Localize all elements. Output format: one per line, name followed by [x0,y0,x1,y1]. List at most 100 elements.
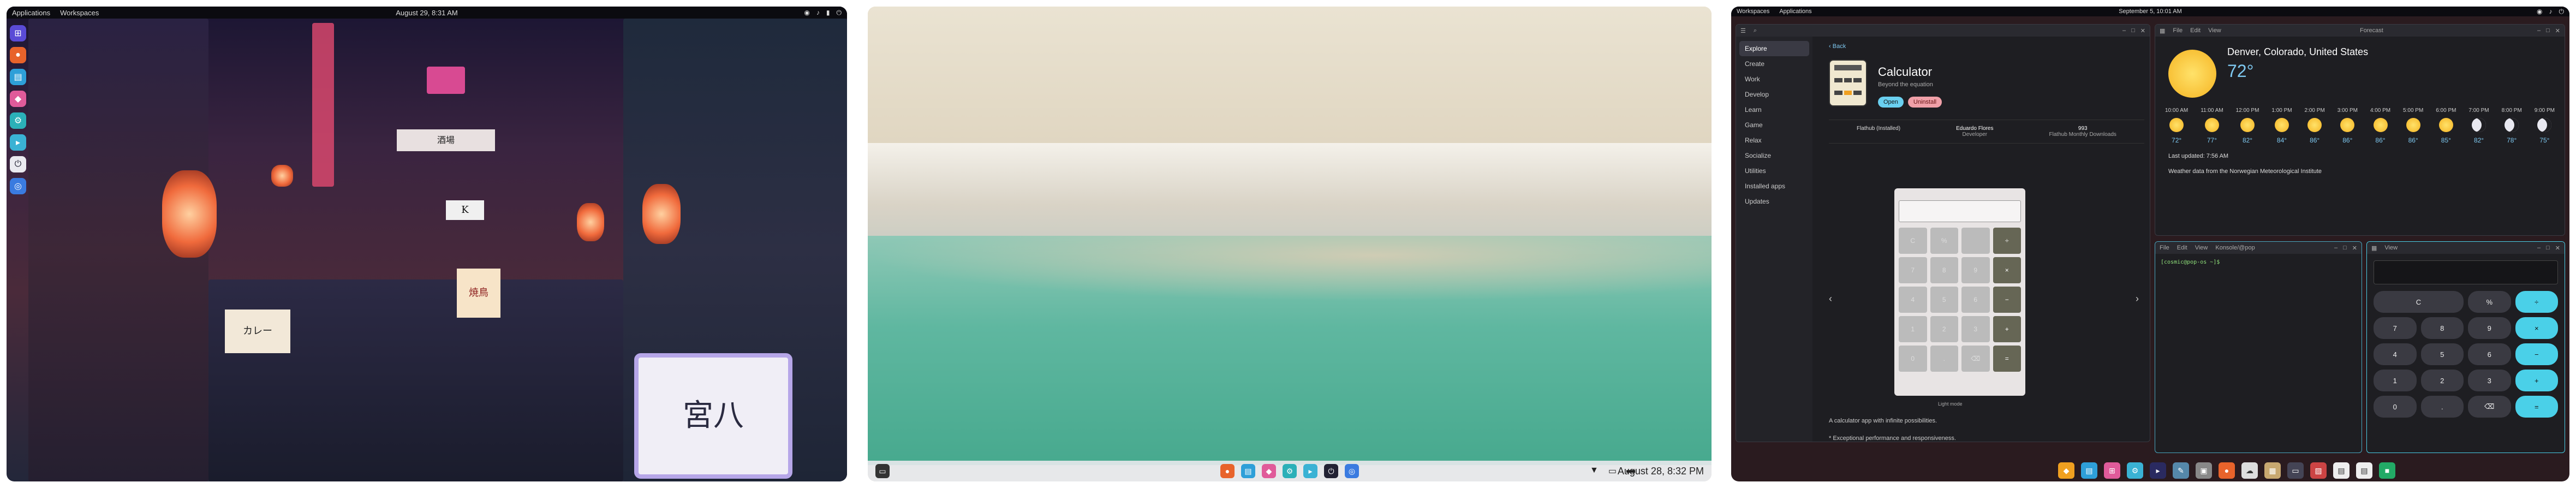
calc-key[interactable]: × [2515,317,2558,339]
calc-key[interactable]: ÷ [2515,291,2558,313]
document-icon[interactable]: ▤ [2333,462,2350,479]
uninstall-button[interactable]: Uninstall [1907,97,1942,108]
editor-icon[interactable]: ✎ [2173,462,2189,479]
menu-edit[interactable]: Edit [2177,245,2187,251]
battery-icon[interactable]: ▭ [1608,466,1617,477]
menu-edit[interactable]: Edit [2190,27,2201,34]
firefox-icon[interactable]: ● [10,47,26,63]
calc-display[interactable] [2374,260,2558,284]
terminal-icon[interactable]: ▸ [1303,464,1317,478]
close-icon[interactable]: ✕ [2352,245,2357,252]
launcher-icon[interactable]: ▭ [875,464,890,478]
store-icon[interactable]: ◆ [1262,464,1276,478]
image-viewer-icon[interactable]: ▨ [2310,462,2327,479]
files-icon[interactable]: ▤ [1241,464,1255,478]
wifi-icon[interactable]: ▼ [1590,466,1599,477]
power-icon[interactable]: ⏻ [10,156,26,172]
store-icon[interactable]: ◆ [10,91,26,107]
minimize-icon[interactable]: – [2537,245,2541,252]
menu-view[interactable]: View [2195,245,2208,251]
sidebar-item-game[interactable]: Game [1739,117,1809,133]
sidebar-item-installed[interactable]: Installed apps [1739,178,1809,194]
maximize-icon[interactable]: □ [2343,245,2347,252]
browser-icon[interactable]: ◎ [1345,464,1359,478]
next-screenshot-icon[interactable]: › [2136,293,2139,305]
workspaces-menu[interactable]: Workspaces [60,9,99,17]
sidebar-item-explore[interactable]: Explore [1739,41,1809,56]
media-icon[interactable]: ▣ [2196,462,2212,479]
volume-icon[interactable]: ♪ [816,9,820,17]
calc-key[interactable]: 5 [2420,343,2464,365]
calc-key[interactable]: 7 [2374,317,2417,339]
close-icon[interactable]: ✕ [2555,27,2560,34]
terminal-icon[interactable]: ▸ [2150,462,2166,479]
sidebar-item-work[interactable]: Work [1739,72,1809,87]
close-icon[interactable]: ✕ [2555,245,2560,252]
chrome-icon[interactable]: ● [2219,462,2235,479]
settings-icon[interactable]: ⚙ [2127,462,2143,479]
network-icon[interactable]: ◉ [804,9,809,17]
network-icon[interactable]: ◉ [2537,8,2542,16]
app-icon[interactable]: ■ [2379,462,2395,479]
app-grid-icon[interactable]: ⊞ [10,25,26,41]
weather-icon[interactable]: ☁ [2241,462,2258,479]
terminal-prompt[interactable]: [cosmic@pop-os ~]$ [2155,254,2362,271]
minimize-icon[interactable]: – [2537,27,2541,34]
battery-icon[interactable]: ▮ [826,9,830,17]
calc-key[interactable]: % [2468,291,2511,313]
maximize-icon[interactable]: □ [2546,27,2550,34]
sidebar-item-create[interactable]: Create [1739,56,1809,72]
menu-view[interactable]: View [2384,245,2398,251]
open-button[interactable]: Open [1878,97,1904,108]
close-icon[interactable]: ✕ [2140,27,2145,34]
pop-shop-icon[interactable]: ◆ [2058,462,2074,479]
sidebar-item-learn[interactable]: Learn [1739,102,1809,117]
calc-key[interactable]: 6 [2468,343,2511,365]
menu-file[interactable]: File [2173,27,2183,34]
prev-screenshot-icon[interactable]: ‹ [1829,293,1832,305]
firefox-icon[interactable]: ● [1220,464,1235,478]
menu-view[interactable]: View [2208,27,2221,34]
calc-key[interactable]: 1 [2374,370,2417,391]
files-icon[interactable]: ▤ [10,69,26,85]
search-icon[interactable]: ⌕ [1754,27,1757,34]
calc-key[interactable]: C [2374,291,2464,313]
sidebar-item-relax[interactable]: Relax [1739,133,1809,148]
calc-key[interactable]: − [2515,343,2558,365]
sidebar-item-develop[interactable]: Develop [1739,87,1809,102]
document-icon[interactable]: ▤ [2356,462,2372,479]
menu-file[interactable]: File [2160,245,2169,251]
calc-key[interactable]: 4 [2374,343,2417,365]
power-icon[interactable]: ⏻ [1324,464,1338,478]
calc-key[interactable]: 9 [2468,317,2511,339]
settings-icon[interactable]: ⚙ [1283,464,1297,478]
files-icon[interactable]: ▤ [2081,462,2097,479]
apps-icon[interactable]: ⊞ [2104,462,2120,479]
calc-key[interactable]: + [2515,370,2558,391]
clock[interactable]: August 29, 8:31 AM [396,9,457,17]
power-icon[interactable]: ⏻ [2559,8,2565,16]
calc-key[interactable]: = [2515,396,2558,418]
minimize-icon[interactable]: – [2122,27,2126,34]
volume-icon[interactable]: ♪ [2549,8,2553,16]
sidebar-item-utilities[interactable]: Utilities [1739,163,1809,178]
calc-key[interactable]: 2 [2420,370,2464,391]
terminal-icon[interactable]: ▸ [10,134,26,151]
browser-icon[interactable]: ◎ [10,178,26,194]
workspaces-menu[interactable]: Workspaces [1737,8,1769,15]
maximize-icon[interactable]: □ [2131,27,2135,34]
calc-key[interactable]: ⌫ [2468,396,2511,418]
calc-key[interactable]: 8 [2420,317,2464,339]
minimize-icon[interactable]: – [2334,245,2338,252]
sidebar-item-updates[interactable]: Updates [1739,194,1809,209]
back-link[interactable]: ‹ Back [1829,43,2144,50]
calc-key[interactable]: . [2420,396,2464,418]
maximize-icon[interactable]: □ [2546,245,2550,252]
notification-icon[interactable]: ▬ [1626,466,1635,477]
clock[interactable]: September 5, 10:01 AM [2119,8,2182,15]
settings-icon[interactable]: ⚙ [10,112,26,129]
sidebar-toggle-icon[interactable]: ☰ [1740,27,1746,34]
calculator-icon[interactable]: ▦ [2264,462,2281,479]
power-icon[interactable]: ⏻ [837,9,842,17]
applications-menu[interactable]: Applications [12,9,50,17]
